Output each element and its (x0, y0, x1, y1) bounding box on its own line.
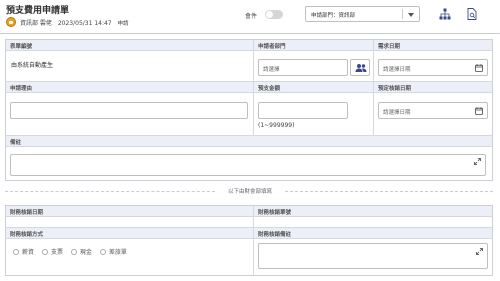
applicant-name: 資訊部 雲佬 (20, 20, 52, 27)
radio-check[interactable]: 支票 (41, 247, 63, 256)
fin-remark-textarea[interactable] (258, 243, 488, 269)
radio-cash[interactable]: 現金 (70, 247, 92, 256)
settle-date-input[interactable]: 請選擇日期 (378, 102, 488, 119)
header-divider (0, 33, 500, 34)
settle-date-placeholder: 請選擇日期 (383, 110, 411, 116)
finance-form: 財務核銷日期 財務核銷單號 財務核銷方式 薪資 支票 現金 差旅單 財務核銷備註 (5, 205, 493, 276)
org-chart-icon[interactable] (439, 8, 451, 20)
need-date-cell: 需求日期 請選擇日期 (374, 40, 492, 82)
form-row-2: 申請理由 預支金額 (1~999999) 預定核銷日期 請選擇日期 (6, 82, 492, 136)
doc-number-cell: 表單編號 由系統自動產生 (6, 40, 254, 82)
settle-date-cell: 預定核銷日期 請選擇日期 (374, 82, 492, 136)
expand-icon[interactable] (474, 158, 481, 165)
reason-cell: 申請理由 (6, 82, 254, 136)
amount-hint: (1~999999) (258, 122, 295, 129)
radio-salary[interactable]: 薪資 (13, 247, 34, 256)
amount-input[interactable] (258, 102, 348, 119)
avatar (6, 17, 16, 27)
fin-method-label: 財務核銷方式 (10, 232, 44, 238)
applicant-dept-cell: 申請者部門 請選擇 (254, 40, 374, 82)
radio-travel[interactable]: 差旅單 (99, 247, 127, 256)
select-separator (402, 9, 403, 19)
department-select[interactable]: 申請部門：資訊部 (305, 6, 420, 22)
doc-number-value: 由系統自動產生 (11, 62, 54, 69)
select-people-button[interactable] (350, 59, 370, 76)
finance-row-2: 財務核銷方式 薪資 支票 現金 差旅單 財務核銷備註 (6, 228, 492, 275)
toggle-label: 會件 (245, 13, 258, 20)
fin-date-label: 財務核銷日期 (10, 210, 44, 216)
finance-row-1: 財務核銷日期 財務核銷單號 (6, 206, 492, 228)
remark-cell: 備註 (6, 136, 492, 180)
chevron-down-icon[interactable] (408, 13, 414, 17)
need-date-label: 需求日期 (378, 44, 401, 50)
fin-method-cell: 財務核銷方式 薪資 支票 現金 差旅單 (6, 228, 254, 275)
applicant-dept-placeholder: 請選擇 (263, 67, 280, 73)
status-text: 申請 (117, 21, 129, 27)
calendar-icon[interactable] (475, 64, 483, 72)
applicant-dept-input[interactable]: 請選擇 (258, 59, 348, 76)
document-search-icon[interactable] (466, 8, 478, 20)
fin-remark-cell: 財務核銷備註 (254, 228, 492, 275)
reason-input[interactable] (10, 102, 248, 119)
remark-label: 備註 (10, 140, 22, 146)
apply-date: 2023/05/31 14:47 (57, 20, 112, 27)
amount-label: 預支金額 (258, 86, 281, 92)
fin-method-radio-group: 薪資 支票 現金 差旅單 (13, 247, 133, 256)
expand-icon[interactable] (476, 248, 483, 255)
remark-textarea[interactable] (10, 154, 486, 176)
people-icon (355, 64, 367, 72)
applicant-info: 資訊部 雲佬 2023/05/31 14:47 申請 (20, 18, 133, 27)
need-date-input[interactable]: 請選擇日期 (378, 59, 488, 76)
fin-number-label: 財務核銷單號 (258, 210, 292, 216)
fin-date-cell: 財務核銷日期 (6, 206, 254, 228)
fin-remark-label: 財務核銷備註 (258, 232, 292, 238)
applicant-dept-label: 申請者部門 (258, 44, 286, 50)
fin-number-cell: 財務核銷單號 (254, 206, 492, 228)
page-title: 預支費用申請單 (6, 6, 70, 16)
department-select-value: 申請部門：資訊部 (311, 13, 356, 19)
section-divider-right (285, 191, 493, 192)
request-form: 表單編號 由系統自動產生 申請者部門 請選擇 需求日期 請選擇日期 申請理由 預… (5, 39, 493, 181)
form-row-1: 表單編號 由系統自動產生 申請者部門 請選擇 需求日期 請選擇日期 (6, 40, 492, 82)
settle-date-label: 預定核銷日期 (378, 86, 412, 92)
amount-cell: 預支金額 (1~999999) (254, 82, 374, 136)
countersign-toggle[interactable] (265, 10, 283, 19)
calendar-icon[interactable] (475, 107, 483, 115)
need-date-placeholder: 請選擇日期 (383, 67, 411, 73)
form-row-3: 備註 (6, 136, 492, 180)
doc-number-label: 表單編號 (10, 44, 33, 50)
reason-label: 申請理由 (10, 86, 33, 92)
